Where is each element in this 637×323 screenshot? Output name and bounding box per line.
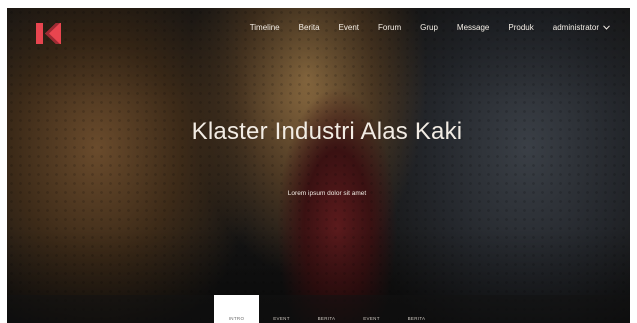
tab-intro[interactable]: INTRO [214,295,259,323]
tab-berita[interactable]: BERITA [304,295,349,323]
nav-timeline[interactable]: Timeline [250,23,280,32]
main-menu: Timeline Berita Event Forum Grup Message… [231,23,610,32]
nav-event[interactable]: Event [339,23,359,32]
logo-k-icon[interactable] [36,21,61,46]
section-tabs: INTRO EVENT BERITA EVENT BERITA [214,295,439,323]
user-menu[interactable]: administrator [553,23,610,32]
nav-message[interactable]: Message [457,23,489,32]
hero-subtitle: Lorem ipsum dolor sit amet [287,190,367,197]
nav-produk[interactable]: Produk [508,23,533,32]
tab-event[interactable]: EVENT [259,295,304,323]
nav-forum[interactable]: Forum [378,23,401,32]
top-navbar: Timeline Berita Event Forum Grup Message… [7,8,630,50]
section-tab-bar: INTRO EVENT BERITA EVENT BERITA [7,295,630,323]
hero-screen: Timeline Berita Event Forum Grup Message… [7,8,630,323]
nav-grup[interactable]: Grup [420,23,438,32]
hero-background-shade [7,8,630,323]
tab-berita-2[interactable]: BERITA [394,295,439,323]
tab-event-2[interactable]: EVENT [349,295,394,323]
user-menu-label: administrator [552,23,599,32]
chevron-down-icon [603,25,610,30]
hero-title: Klaster Industri Alas Kaki [191,118,463,145]
nav-berita[interactable]: Berita [299,23,320,32]
